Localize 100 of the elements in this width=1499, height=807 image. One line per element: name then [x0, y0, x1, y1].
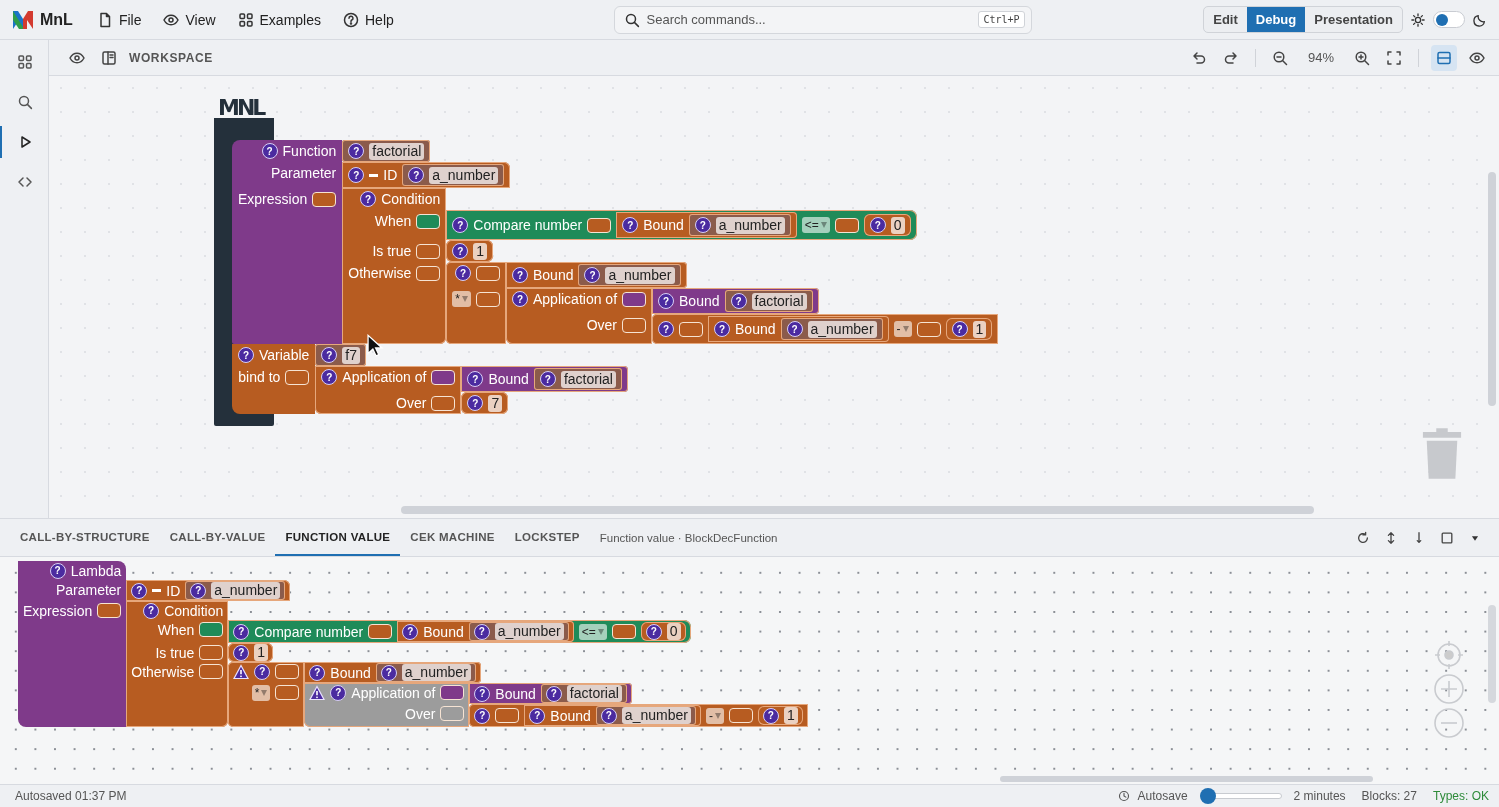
- variable-block[interactable]: [232, 344, 316, 414]
- code-icon: [17, 174, 33, 190]
- square-icon[interactable]: [1440, 530, 1454, 545]
- block-label: Is true: [155, 644, 195, 661]
- sun-icon: [1411, 12, 1425, 27]
- mode-tab[interactable]: Edit: [1204, 7, 1247, 32]
- caret-icon: [461, 296, 468, 302]
- condition-block[interactable]: [126, 601, 229, 727]
- block-label: Parameter: [270, 165, 337, 181]
- block-label: Application of: [342, 369, 427, 385]
- block-label: Condition: [381, 191, 441, 207]
- block-label: Variable: [259, 347, 310, 363]
- zoom-in-icon[interactable]: [1354, 49, 1370, 66]
- block-label: ID: [166, 582, 181, 599]
- undo-icon[interactable]: [1190, 49, 1207, 66]
- moon-icon: [1473, 12, 1487, 27]
- layout-button[interactable]: [1431, 44, 1457, 71]
- panel-tab[interactable]: LOCKSTEP: [504, 519, 590, 556]
- minus-icon[interactable]: [369, 173, 379, 177]
- operator-dropdown[interactable]: -: [705, 707, 724, 724]
- minus-icon[interactable]: [152, 589, 162, 592]
- panel-tab[interactable]: CEK MACHINE: [400, 519, 505, 556]
- layout-icon: [1436, 49, 1452, 66]
- condition-block[interactable]: [342, 188, 447, 344]
- block-label: When: [157, 621, 195, 638]
- scrollbar[interactable]: [1488, 605, 1496, 703]
- text-field[interactable]: a_number: [621, 707, 691, 724]
- block-label: Over: [396, 395, 427, 411]
- caret-icon: [714, 712, 721, 719]
- warning-icon: [233, 663, 250, 680]
- menu-item[interactable]: Examples: [229, 7, 329, 32]
- block-label: Lambda: [70, 562, 122, 579]
- panel-caption: Function value · BlockDecFunction: [599, 531, 778, 544]
- block-label: Function: [282, 143, 337, 159]
- block-label: Condition: [164, 602, 224, 619]
- block-label: Bound: [550, 707, 591, 724]
- autosave-slider[interactable]: [1199, 788, 1282, 804]
- reload-icon[interactable]: [1356, 530, 1370, 545]
- block-label: Bound: [532, 267, 574, 283]
- block-label: Application of: [351, 684, 436, 701]
- lambda-block[interactable]: [18, 561, 127, 727]
- block-label: Parameter: [55, 581, 122, 598]
- block-label: Bound: [488, 371, 529, 387]
- block-label: ID: [383, 167, 398, 183]
- scrollbar[interactable]: [401, 506, 1314, 514]
- scrollbar[interactable]: [1000, 776, 1373, 782]
- menu-item[interactable]: File: [88, 7, 150, 32]
- operator-dropdown[interactable]: -: [893, 321, 912, 337]
- zoom-out-icon[interactable]: [1271, 49, 1288, 66]
- panel-tab[interactable]: CALL-BY-STRUCTURE: [10, 519, 160, 556]
- caret-icon: [597, 628, 604, 635]
- text-field[interactable]: a_number: [494, 623, 564, 640]
- mode-tab[interactable]: Presentation: [1305, 7, 1402, 32]
- caret-icon: [820, 222, 827, 228]
- operator-dropdown[interactable]: <=: [801, 217, 830, 233]
- block-label: Over: [586, 317, 618, 333]
- app-name: MnL: [40, 10, 73, 29]
- block-label: Over: [405, 705, 436, 722]
- program-logo: MNL: [218, 98, 265, 118]
- redo-icon[interactable]: [1222, 49, 1239, 66]
- slider-thumb[interactable]: [1199, 788, 1216, 804]
- block-label: Otherwise: [131, 663, 195, 680]
- block-label: Otherwise: [348, 265, 412, 281]
- block-label: bind to: [238, 369, 281, 385]
- caret-icon: [902, 326, 909, 332]
- panel-tab[interactable]: CALL-BY-VALUE: [159, 519, 276, 556]
- text-field[interactable]: factorial: [566, 685, 622, 702]
- app-logo: [12, 8, 34, 31]
- mode-tab[interactable]: Debug: [1246, 7, 1306, 32]
- fullscreen-icon[interactable]: [1386, 49, 1402, 66]
- text-field[interactable]: a_number: [401, 664, 471, 681]
- autosave-label: Autosave: [1137, 789, 1188, 803]
- function-block[interactable]: [232, 140, 343, 344]
- pointer-icon: [367, 334, 384, 358]
- block-count: Blocks: 27: [1361, 789, 1417, 803]
- block-label: Expression: [238, 191, 308, 207]
- help-icon: [343, 11, 359, 28]
- block-label: Bound: [330, 664, 371, 681]
- block-label: Compare number: [254, 623, 364, 640]
- operator-dropdown[interactable]: *: [251, 684, 271, 701]
- text-field[interactable]: 1: [254, 644, 269, 661]
- clock-icon: [1117, 790, 1130, 802]
- block-label: Is true: [372, 243, 412, 259]
- operator-dropdown[interactable]: <=: [578, 623, 607, 640]
- scrollbar[interactable]: [1488, 172, 1496, 406]
- block-label: Bound: [643, 217, 684, 233]
- menu-item[interactable]: Help: [335, 7, 402, 32]
- zoom-level: 94%: [1307, 50, 1334, 65]
- block-label: Bound: [495, 685, 536, 702]
- menu-item[interactable]: View: [155, 7, 224, 32]
- text-field[interactable]: a_number: [211, 582, 281, 599]
- theme-toggle[interactable]: [1433, 11, 1465, 28]
- panel-icon: [101, 49, 117, 66]
- caret-icon: [261, 689, 268, 696]
- operator-dropdown[interactable]: *: [452, 291, 471, 307]
- block-label: Bound: [735, 321, 776, 337]
- warning-icon: [309, 684, 326, 701]
- block-label: Compare number: [473, 217, 583, 233]
- block-label: Expression: [23, 602, 93, 619]
- autosave-interval: 2 minutes: [1293, 789, 1346, 803]
